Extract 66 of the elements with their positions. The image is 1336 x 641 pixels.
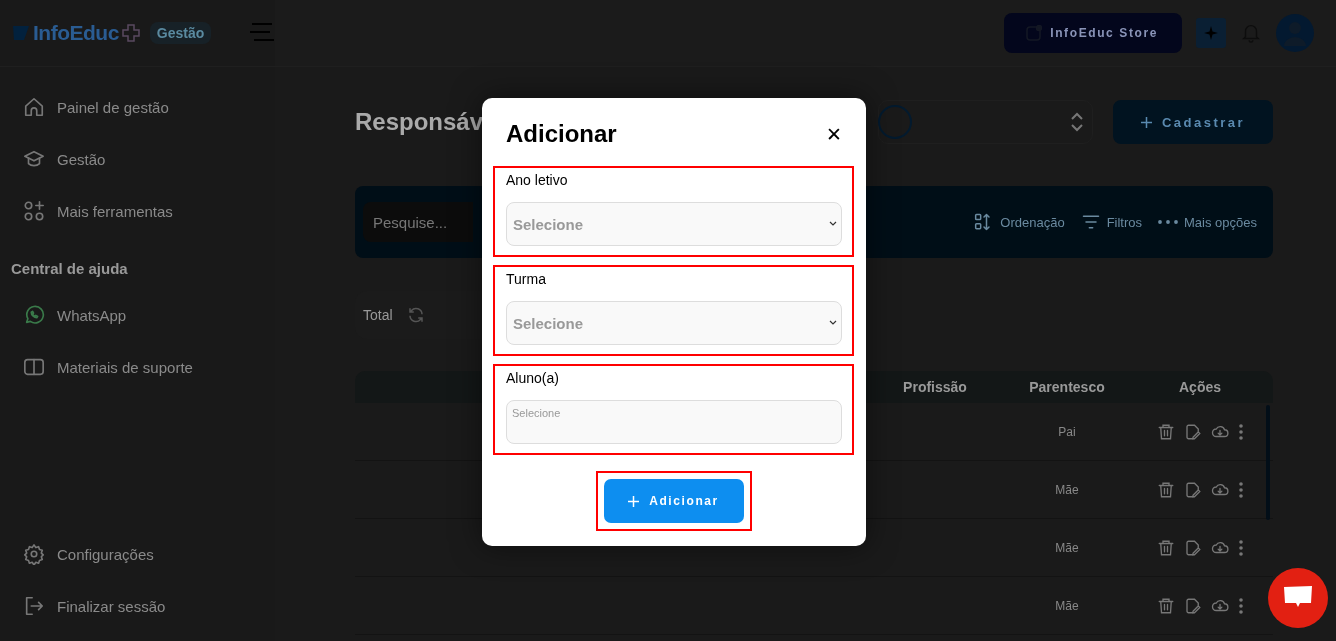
select-field[interactable]: Selecione <box>506 400 842 444</box>
select-field[interactable] <box>878 100 1093 144</box>
sidebar-item[interactable]: Finalizar sessão <box>0 580 275 632</box>
field-label: Turma <box>506 271 547 289</box>
chat-button[interactable] <box>1268 568 1328 628</box>
total-label: Total <box>363 307 393 323</box>
logout-icon <box>23 595 45 617</box>
search-field[interactable]: Pesquise... <box>363 202 473 242</box>
updown-chevron-icon <box>1070 112 1084 132</box>
trash-icon[interactable] <box>1156 480 1175 499</box>
chevron-icon <box>829 320 837 326</box>
settings-icon <box>23 543 45 565</box>
house-icon <box>23 96 45 118</box>
more-icon[interactable] <box>1237 538 1244 557</box>
sidebar-item[interactable]: Configurações <box>0 528 275 580</box>
trash-icon[interactable] <box>1156 538 1175 557</box>
close-button[interactable]: ✕ <box>826 123 842 145</box>
store-button[interactable]: InfoEduc Store <box>1004 13 1182 53</box>
chevron-icon <box>829 221 837 227</box>
more-icon[interactable] <box>1237 480 1244 499</box>
column-header: Ações <box>1178 379 1222 395</box>
more-icon[interactable] <box>1237 596 1244 615</box>
sparkle-icon <box>1204 26 1218 40</box>
trash-icon[interactable] <box>1156 422 1175 441</box>
field-label: Aluno(a) <box>506 370 560 388</box>
plus-icon <box>1140 116 1152 128</box>
plus-icon <box>121 24 140 42</box>
logo-icon <box>12 24 30 42</box>
select-field[interactable]: Selecione <box>506 301 842 345</box>
table-cell-text: Pai <box>1057 424 1077 439</box>
select-field[interactable]: Selecione <box>506 202 842 246</box>
logo: InfoEduc <box>33 21 119 45</box>
edit-file-icon[interactable] <box>1183 538 1202 557</box>
more-icon <box>1158 220 1178 224</box>
refresh-icon[interactable] <box>406 306 425 324</box>
sidebar-item[interactable]: WhatsApp <box>0 289 275 341</box>
column-header: Parentesco <box>1028 379 1106 395</box>
table-cell-text: Mãe <box>1054 540 1080 555</box>
table-cell-text: Mãe <box>1054 482 1080 497</box>
sidebar-item[interactable]: Mais ferramentas <box>0 185 275 237</box>
toolbar-button[interactable]: Filtros <box>1080 212 1142 232</box>
whatsapp-icon <box>23 304 45 326</box>
field-label: Ano letivo <box>506 172 569 190</box>
shapes-icon <box>23 200 45 222</box>
trash-icon[interactable] <box>1156 596 1175 615</box>
sidebar-item[interactable]: Gestão <box>0 133 275 185</box>
add-button[interactable]: Adicionar <box>603 479 744 523</box>
column-header: Profissão <box>902 379 968 395</box>
edit-file-icon[interactable] <box>1183 480 1202 499</box>
section-heading: Central de ajuda <box>11 258 129 279</box>
more-icon[interactable] <box>1237 422 1244 441</box>
loading-ring-icon <box>878 105 912 139</box>
edit-file-icon[interactable] <box>1183 596 1202 615</box>
book-icon <box>23 356 45 378</box>
filter-icon <box>1080 212 1101 232</box>
register-button[interactable]: Cadastrar <box>1113 100 1273 144</box>
sidebar-item[interactable]: Materiais de suporte <box>0 341 275 393</box>
dialog-title: Adicionar <box>506 120 617 148</box>
edit-file-icon[interactable] <box>1183 422 1202 441</box>
toolbar-button[interactable]: Ordenação <box>974 212 1065 232</box>
toolbar-button[interactable]: Mais opções <box>1158 212 1257 232</box>
sidebar-item[interactable]: Painel de gestão <box>0 81 275 133</box>
plus-icon <box>628 495 640 507</box>
table-cell-text: Mãe <box>1054 598 1080 613</box>
gestao-badge: Gestão <box>149 22 212 44</box>
page-title: Responsáv <box>355 108 484 136</box>
